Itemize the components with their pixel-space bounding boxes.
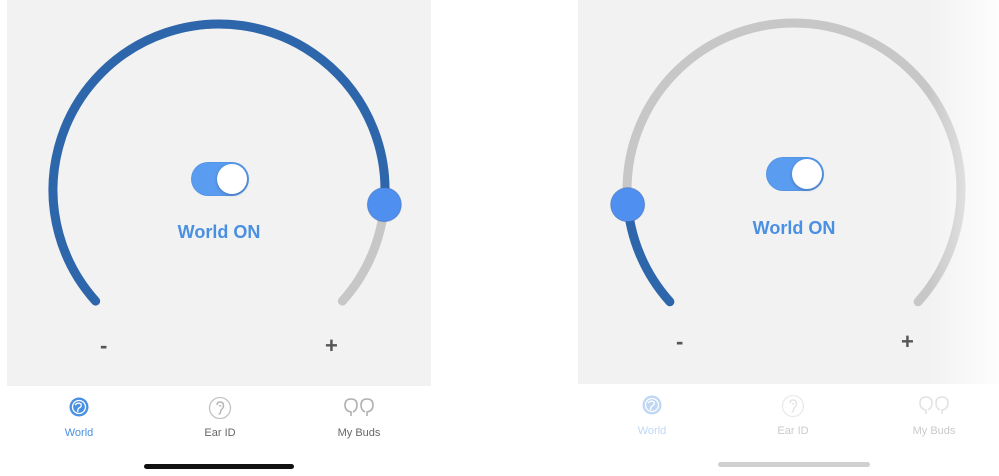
tab-label: Ear ID [204, 427, 236, 439]
world-mode-toggle[interactable] [766, 157, 824, 191]
earbuds-icon [919, 396, 949, 414]
tab-bar: World Ear ID My Buds [7, 386, 431, 446]
earbuds-icon [344, 398, 374, 416]
ambient-control-area: World ON - + [578, 0, 999, 384]
tab-label: My Buds [912, 425, 956, 437]
toggle-knob [792, 159, 822, 189]
home-indicator [718, 462, 870, 467]
tab-label: My Buds [337, 427, 381, 439]
tab-ear-id[interactable]: Ear ID [733, 384, 853, 444]
decrease-button[interactable]: - [676, 329, 683, 355]
ambient-control-area: World ON - + [7, 0, 431, 386]
ambient-level-dial[interactable] [578, 0, 999, 384]
dial-handle[interactable] [366, 187, 402, 223]
tab-world[interactable]: World [592, 384, 712, 444]
dial-handle[interactable] [610, 187, 646, 223]
mode-status-label: World ON [752, 218, 836, 238]
screen-right: World ON - + World Ear ID My Buds [578, 0, 999, 476]
increase-button[interactable]: + [325, 333, 338, 359]
world-mode-toggle[interactable] [191, 162, 249, 196]
tab-ear-id[interactable]: Ear ID [160, 386, 280, 446]
screen-left: World ON - + World Ear ID My Buds [7, 0, 431, 476]
globe-icon [642, 395, 662, 415]
ear-icon [208, 396, 232, 420]
tab-bar: World Ear ID My Buds [578, 384, 999, 444]
tab-world[interactable]: World [19, 386, 139, 446]
tab-my-buds[interactable]: My Buds [874, 384, 994, 444]
tab-my-buds[interactable]: My Buds [299, 386, 419, 446]
ear-icon [781, 394, 805, 418]
home-indicator [144, 464, 294, 469]
mode-status-label: World ON [177, 222, 261, 242]
globe-icon [69, 397, 89, 417]
decrease-button[interactable]: - [100, 333, 107, 359]
tab-label: Ear ID [777, 425, 809, 437]
tab-label: World [637, 425, 667, 437]
toggle-knob [217, 164, 247, 194]
tab-label: World [64, 427, 94, 439]
increase-button[interactable]: + [901, 329, 914, 355]
